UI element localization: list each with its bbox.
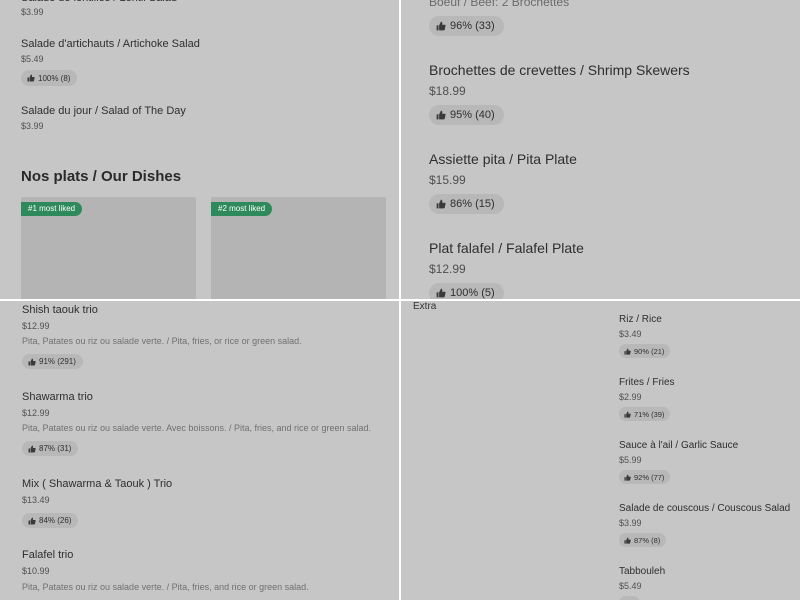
menu-item-name[interactable]: Tabbouleh: [619, 566, 665, 577]
thumbs-up-icon: [436, 199, 446, 209]
thumbs-up-icon: [28, 358, 36, 366]
menu-item-name[interactable]: Shawarma trio: [22, 391, 93, 403]
rating-badge: 95% (40): [429, 105, 504, 125]
rating-text: 100% (5): [450, 287, 495, 299]
rating-badge: 87% (8): [619, 533, 667, 547]
rating-text: 84% (26): [39, 516, 72, 525]
menu-item-price: $12.99: [22, 408, 50, 418]
menu-item-price: $5.49: [21, 54, 44, 64]
section-title-our-dishes: Nos plats / Our Dishes: [21, 168, 182, 185]
menu-item-name[interactable]: Shish taouk trio: [22, 304, 98, 316]
menu-item-price: $12.99: [22, 321, 50, 331]
thumbs-up-icon: [624, 474, 631, 481]
rating-badge: 84% (26): [22, 513, 79, 528]
menu-item-description: Pita, Patates ou riz ou salade verte. / …: [22, 336, 302, 346]
menu-panel-top-right: Boeuf / Beef: 2 Brochettes 96% (33) Broc…: [401, 0, 800, 299]
menu-item-name[interactable]: Salade d'artichauts / Artichoke Salad: [21, 38, 200, 50]
menu-item-price: $3.99: [21, 121, 44, 131]
rating-badge: 92% (77): [619, 470, 671, 484]
menu-item-name[interactable]: Plat falafel / Falafel Plate: [429, 240, 584, 256]
menu-item-price: $3.99: [619, 518, 642, 528]
rating-badge: [619, 596, 640, 600]
rating-text: 91% (291): [39, 357, 76, 366]
rating-text: 95% (40): [450, 109, 495, 121]
rating-badge: 100% (5): [429, 283, 504, 299]
menu-item-price: $12.99: [429, 262, 466, 276]
most-liked-badge: #1 most liked: [21, 202, 83, 216]
most-liked-badge: #2 most liked: [211, 202, 273, 216]
thumbs-up-icon: [27, 74, 35, 82]
menu-item-description: Pita, Patates ou riz ou salade verte. / …: [22, 582, 309, 592]
menu-panel-bottom-right: Extra Riz / Rice $3.49 90% (21) Frites /…: [401, 301, 800, 600]
menu-item-name[interactable]: Sauce à l'ail / Garlic Sauce: [619, 440, 738, 451]
menu-item-price: $3.49: [619, 329, 642, 339]
thumbs-up-icon: [28, 517, 36, 525]
menu-item-name[interactable]: Falafel trio: [22, 549, 73, 561]
menu-panel-bottom-left: Shish taouk trio $12.99 Pita, Patates ou…: [0, 301, 399, 600]
rating-badge: 86% (15): [429, 194, 504, 214]
menu-item-price: $10.99: [22, 566, 50, 576]
thumbs-up-icon: [436, 288, 446, 298]
menu-item-price: $13.49: [22, 495, 50, 505]
menu-item-description: Pita, Patates ou riz ou salade verte. Av…: [22, 423, 372, 433]
menu-panel-top-left: Salade de lentilles / Lentil Salad $3.99…: [0, 0, 399, 299]
thumbs-up-icon: [624, 537, 631, 544]
menu-item-name[interactable]: Salade de lentilles / Lentil Salad: [21, 0, 177, 4]
thumbs-up-icon: [624, 411, 631, 418]
menu-item-price: $3.99: [21, 7, 44, 17]
rating-text: 92% (77): [634, 472, 665, 482]
rating-text: 90% (21): [634, 346, 665, 356]
menu-item-name[interactable]: Assiette pita / Pita Plate: [429, 151, 577, 167]
rating-badge: 90% (21): [619, 344, 671, 358]
rating-text: 87% (31): [39, 444, 72, 453]
menu-item-name[interactable]: Frites / Fries: [619, 377, 675, 388]
rating-badge: 87% (31): [22, 441, 79, 456]
rating-text: 87% (8): [634, 535, 661, 545]
thumbs-up-icon: [624, 348, 631, 355]
rating-text: 96% (33): [450, 20, 495, 32]
thumbs-up-icon: [28, 445, 36, 453]
menu-item-name[interactable]: Brochettes de crevettes / Shrimp Skewers: [429, 62, 690, 78]
thumbs-up-icon: [436, 21, 446, 31]
menu-item-name[interactable]: Salade du jour / Salad of The Day: [21, 105, 186, 117]
menu-item-price: $5.99: [619, 455, 642, 465]
rating-badge: 96% (33): [429, 16, 504, 36]
menu-item-price: $5.49: [619, 581, 642, 591]
menu-item-name[interactable]: Riz / Rice: [619, 314, 662, 325]
rating-text: 100% (8): [38, 73, 71, 83]
rating-badge: 91% (291): [22, 354, 83, 369]
menu-item-name[interactable]: Salade de couscous / Couscous Salad: [619, 503, 790, 514]
menu-item-price: $15.99: [429, 173, 466, 187]
menu-item-description: Boeuf / Beef: 2 Brochettes: [429, 0, 570, 9]
section-label-extra: Extra: [413, 301, 437, 312]
menu-item-price: $2.99: [619, 392, 642, 402]
menu-item-name[interactable]: Mix ( Shawarma & Taouk ) Trio: [22, 478, 172, 490]
rating-badge: 71% (39): [619, 407, 671, 421]
thumbs-up-icon: [436, 110, 446, 120]
menu-item-price: $18.99: [429, 84, 466, 98]
rating-text: 71% (39): [634, 409, 665, 419]
rating-badge: 100% (8): [21, 70, 78, 86]
rating-text: 86% (15): [450, 198, 495, 210]
